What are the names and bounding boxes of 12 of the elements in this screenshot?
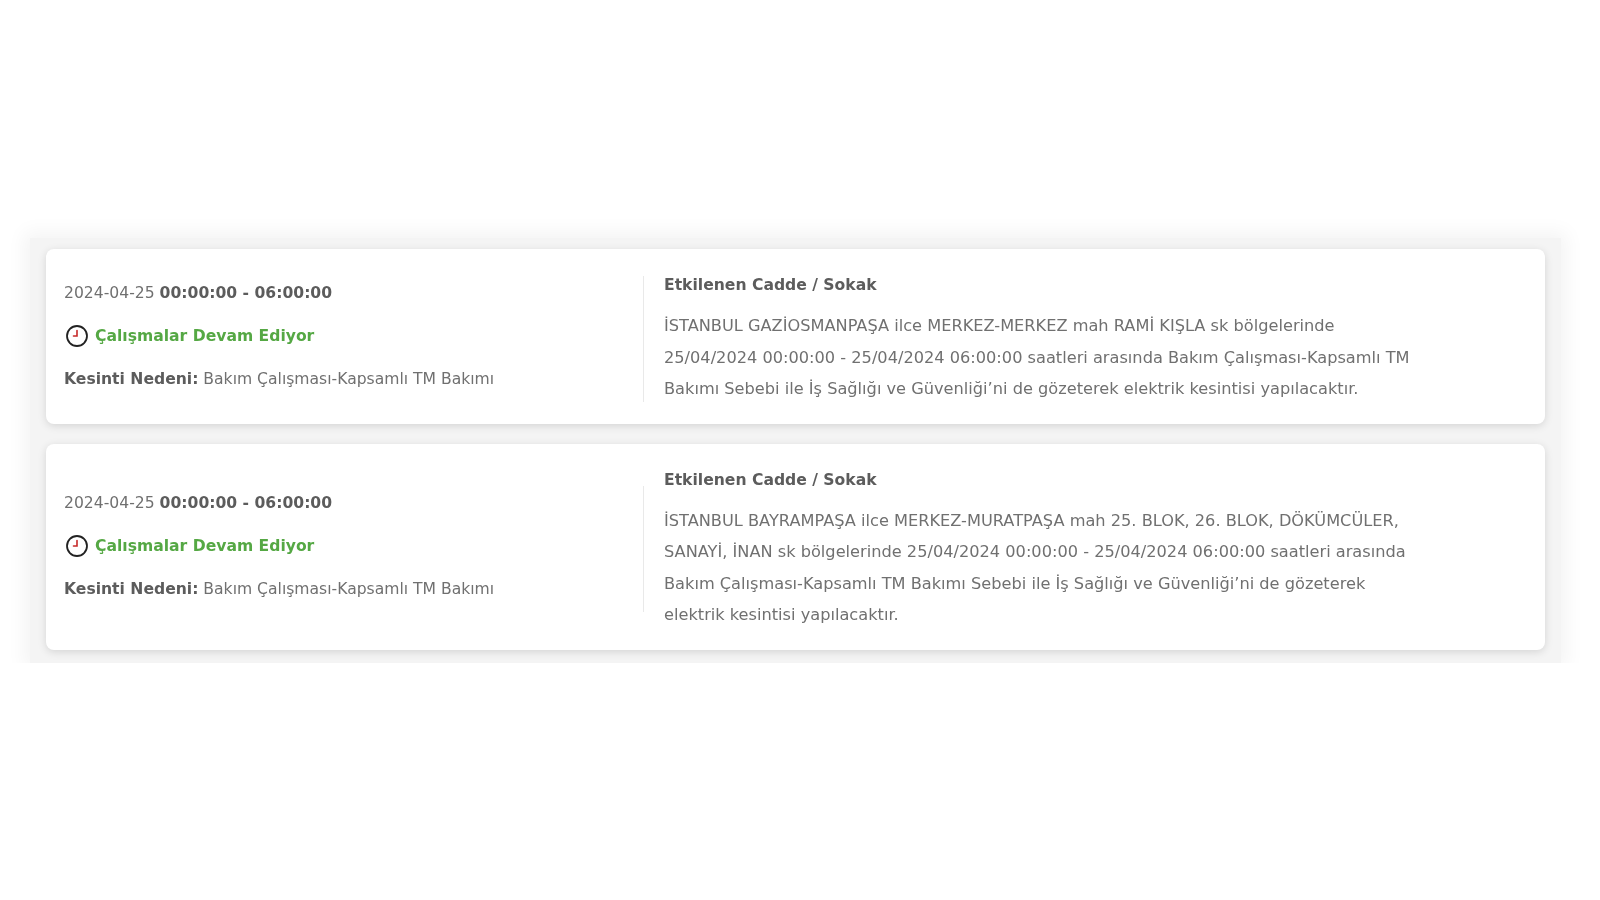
- status-text: Çalışmalar Devam Ediyor: [95, 325, 315, 347]
- date-time-text: 2024-04-25 00:00:00 - 06:00:00: [64, 493, 334, 514]
- streets-heading: Etkilenen Cadde / Sokak: [664, 469, 878, 491]
- date-time-text: 2024-04-25 00:00:00 - 06:00:00: [64, 282, 334, 304]
- description-text: İSTANBUL GAZİOSMANPAŞA ilce MERKEZ-MERKEZ mah RAMİ KIŞLA sk bölgelerinde 25/04/2024 00:00:00 - 25/04/2024 06:00:00 saatleri arasında Bakım Çalışması-Kapsamlı TM Bakımı Sebebi ile İş Sağlığı ve Güvenliği’ni de gözeterek elektrik kesintisi yapılacaktır.: [664, 315, 1411, 400]
- streets-heading: Etkilenen Cadde / Sokak: [664, 275, 878, 296]
- clock-icon: [66, 535, 88, 557]
- description-text: İSTANBUL BAYRAMPAŞA ilce MERKEZ-MURATPAŞA mah 25. BLOK, 26. BLOK, DÖKÜMCÜLER, SANAYİ, İNAN sk bölgelerinde 25/04/2024 00:00:00 - 25/04/2024 06:00:00 saatleri arasında Bakım Çalışması-Kapsamlı TM Bakımı Sebebi ile İş Sağlığı ve Güvenliği’ni de gözeterek elektrik kesintisi yapılacaktır.: [664, 509, 1407, 626]
- reason-text: Kesinti Nedeni: Bakım Çalışması-Kapsamlı TM Bakımı: [64, 579, 496, 600]
- clock-icon: [66, 324, 88, 347]
- status-text: Çalışmalar Devam Ediyor: [95, 536, 315, 557]
- reason-text: Kesinti Nedeni: Bakım Çalışması-Kapsamlı TM Bakımı: [64, 368, 496, 390]
